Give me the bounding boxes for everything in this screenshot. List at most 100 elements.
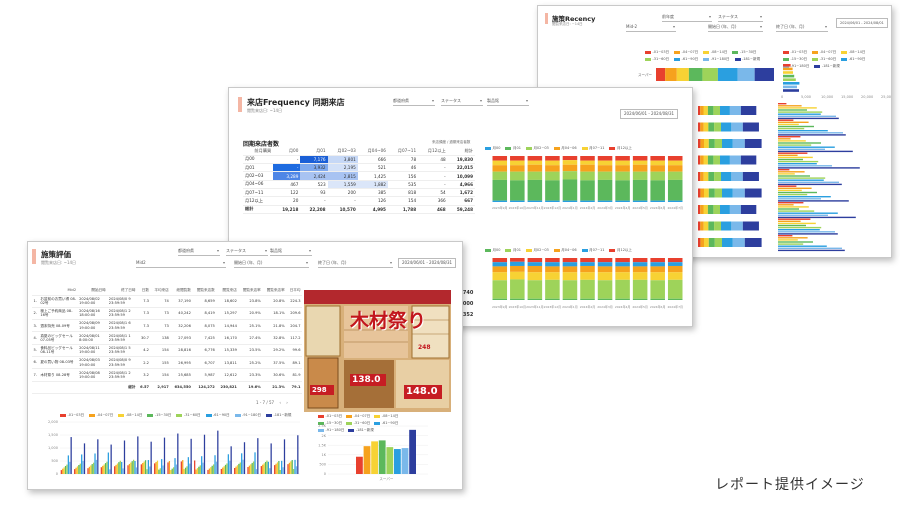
recency-row-segment xyxy=(713,106,720,115)
frequency-stack-segment xyxy=(510,298,525,300)
frequency-stack-segment xyxy=(562,298,578,300)
recency-row-segment xyxy=(700,205,704,214)
recency-row-segment xyxy=(740,106,757,115)
frequency-stack-segment xyxy=(545,298,560,300)
frequency-stack-segment xyxy=(527,265,543,273)
evaluation-bar xyxy=(158,469,160,474)
recency-row-segment xyxy=(700,122,704,132)
recency-row-segment xyxy=(729,155,741,165)
recency-row-segment xyxy=(729,205,741,214)
legend-label: 月07~11 xyxy=(589,248,605,252)
recency-row-segment xyxy=(698,238,701,247)
evaluation-bar xyxy=(144,460,147,474)
evaluation-bar xyxy=(78,465,80,474)
legend-item[interactable]: 月04~06 xyxy=(553,248,577,253)
legend-swatch xyxy=(581,249,588,252)
x-tick-label: 2024年2月 xyxy=(580,304,596,309)
evaluation-bar xyxy=(62,468,64,474)
frequency-stack-segment xyxy=(650,280,665,299)
recency-row-segment xyxy=(700,238,704,247)
frequency-stack-segment xyxy=(510,265,525,272)
frequency-stack-segment xyxy=(650,180,665,201)
x-tick-label: 2024年5月 xyxy=(632,205,648,210)
axis-tick-label: 15,000 xyxy=(841,95,853,99)
evaluation-bar xyxy=(76,466,79,474)
evaluation-bar xyxy=(288,462,291,474)
recency-row-segment xyxy=(708,122,715,132)
recency-row-segment xyxy=(713,205,720,214)
recency-row-segment xyxy=(732,139,745,148)
recency-row-bar xyxy=(778,222,816,225)
frequency-stack-segment xyxy=(492,200,508,202)
frequency-stack-segment xyxy=(545,200,560,202)
y-tick-label: 2K xyxy=(321,434,326,438)
recency-row-segment xyxy=(731,221,743,231)
evaluation-bar xyxy=(107,452,109,474)
frequency-stack-segment xyxy=(545,171,560,181)
x-tick-label: 2024年2月 xyxy=(580,205,596,210)
recency-row-bar xyxy=(778,237,808,239)
frequency-stack-segment xyxy=(667,156,683,161)
legend-item[interactable]: 月02~03 xyxy=(525,248,549,253)
evaluation-bar xyxy=(177,433,179,474)
evaluation-bar xyxy=(60,470,62,474)
evaluation-bar-2 xyxy=(401,448,409,474)
x-tick-label: 2023年9月 xyxy=(492,205,508,210)
evaluation-bar xyxy=(128,463,131,474)
legend-item[interactable]: 月12以上 xyxy=(609,248,632,253)
recency-row-bar xyxy=(778,233,838,235)
x-tick-label: 2024年3月 xyxy=(597,205,613,210)
evaluation-bar xyxy=(116,463,119,474)
evaluation-bar xyxy=(267,461,269,474)
frequency-stack-segment xyxy=(492,272,508,281)
recency-row-segment xyxy=(704,188,709,198)
evaluation-bar xyxy=(217,430,219,474)
recency-row-bar xyxy=(778,218,811,220)
legend-item[interactable]: 月00 xyxy=(485,248,500,253)
evaluation-bar xyxy=(94,453,96,474)
frequency-stack-segment xyxy=(632,272,648,280)
recency-row-segment xyxy=(698,205,701,214)
frequency-stack-segment xyxy=(632,298,648,300)
evaluation-bar xyxy=(103,464,105,474)
recency-row-bar xyxy=(778,229,820,231)
recency-row-bar xyxy=(778,136,801,138)
evaluation-bar xyxy=(297,435,299,474)
frequency-stack-segment xyxy=(527,179,543,201)
evaluation-bar xyxy=(104,463,107,474)
x-tick-label: 2023年10月 xyxy=(509,304,526,309)
recency-row-bar xyxy=(778,127,805,130)
frequency-stack-segment xyxy=(597,171,613,180)
x-tick-label: 2024年1月 xyxy=(562,304,578,309)
evaluation-bar xyxy=(149,466,151,474)
evaluation-bar xyxy=(186,466,188,474)
legend-swatch xyxy=(505,249,512,252)
evaluation-bar xyxy=(269,468,271,474)
evaluation-bar xyxy=(250,464,252,474)
frequency-stack-segment xyxy=(510,160,525,166)
frequency-stack-segment xyxy=(632,171,648,180)
recency-row-bar xyxy=(778,241,813,243)
recency-row-bar xyxy=(778,224,806,227)
evaluation-bar xyxy=(214,455,216,474)
frequency-stack-segment xyxy=(650,266,665,273)
evaluation-bar xyxy=(224,464,227,474)
frequency-stack-segment xyxy=(580,262,595,266)
x-tick-label: 2024年5月 xyxy=(632,304,648,309)
evaluation-bar xyxy=(81,454,83,474)
recency-row-segment xyxy=(700,106,704,115)
evaluation-bar xyxy=(187,457,189,474)
legend-item[interactable]: 月01 xyxy=(505,248,521,253)
recency-row-bar xyxy=(778,144,812,146)
recency-row-bar xyxy=(778,177,826,179)
evaluation-bar xyxy=(122,468,124,474)
legend-swatch xyxy=(609,249,616,252)
x-tick-label: 2024年1月 xyxy=(562,205,578,210)
evaluation-bar xyxy=(194,460,196,474)
frequency-stack-segment xyxy=(545,262,560,267)
y-tick-label: 1,500 xyxy=(48,433,58,437)
recency-row-segment xyxy=(707,205,714,214)
legend-item[interactable]: 月07~11 xyxy=(581,248,605,253)
frequency-legend-2: 月00 月01 月02~03 月04~06 月07~11 月12以上 xyxy=(485,248,632,253)
recency-row-segment xyxy=(714,139,722,148)
